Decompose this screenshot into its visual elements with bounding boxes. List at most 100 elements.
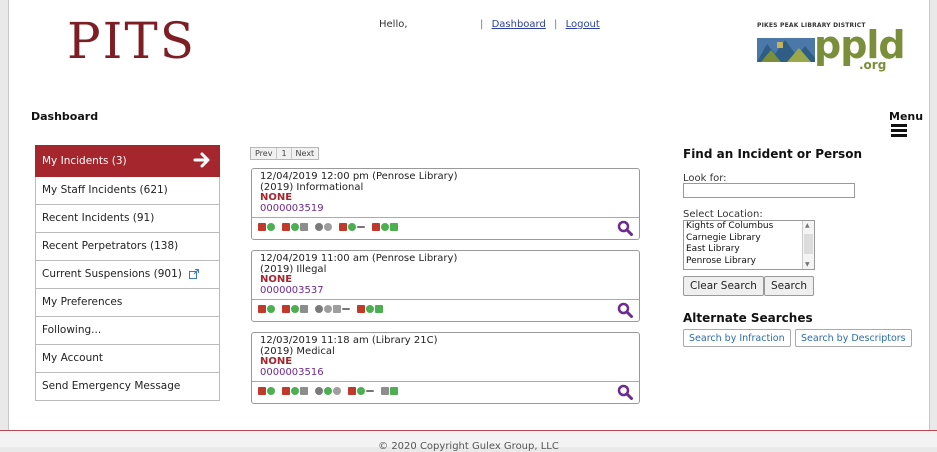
chat-icon[interactable] — [324, 223, 332, 231]
sidebar-item-label: My Account — [42, 352, 104, 364]
sidebar-item-my-incidents[interactable]: My Incidents (3) — [35, 145, 220, 177]
unlock-icon[interactable] — [375, 305, 383, 313]
sidebar-item-label: Recent Incidents (91) — [42, 212, 155, 224]
incident-number-link[interactable]: 0000003537 — [260, 285, 631, 297]
separator: | — [554, 19, 558, 30]
sidebar-item-send-emergency-message[interactable]: Send Emergency Message — [35, 373, 220, 401]
external-link-icon[interactable] — [189, 269, 199, 279]
location-option[interactable]: East Library — [684, 244, 814, 256]
check-icon[interactable] — [348, 223, 356, 231]
unlock-icon[interactable] — [390, 223, 398, 231]
pager-next[interactable]: Next — [292, 148, 319, 159]
greeting: Hello, — [379, 19, 408, 30]
ppld-logo: PIKES PEAK LIBRARY DISTRICT ppld .org — [757, 22, 907, 78]
page-title: Dashboard — [31, 110, 99, 123]
search-by-infraction-button[interactable]: Search by Infraction — [683, 329, 791, 347]
incident-type: (2019) Informational — [260, 181, 364, 193]
incident-datetime: 12/04/2019 12:00 pm (Penrose Library) — [260, 171, 458, 182]
document-icon[interactable] — [282, 305, 290, 313]
chat-icon[interactable] — [324, 305, 332, 313]
pager: Prev 1 Next — [250, 147, 320, 160]
chat-icon[interactable] — [333, 387, 341, 395]
people-icon[interactable] — [300, 387, 308, 395]
lock-icon[interactable] — [372, 223, 380, 231]
sidebar-item-current-suspensions[interactable]: Current Suspensions (901) — [35, 261, 220, 289]
incident-number-link[interactable]: 0000003519 — [260, 203, 631, 215]
sidebar-item-label: Current Suspensions (901) — [42, 268, 182, 280]
sidebar-item-my-preferences[interactable]: My Preferences — [35, 289, 220, 317]
mountain-graphic-icon — [757, 38, 815, 62]
pen-icon[interactable] — [339, 223, 347, 231]
check-icon[interactable] — [291, 223, 299, 231]
document-icon[interactable] — [282, 387, 290, 395]
sidebar-item-label: My Preferences — [42, 296, 123, 308]
look-for-input[interactable] — [683, 183, 855, 198]
pen-icon[interactable] — [348, 387, 356, 395]
document-icon[interactable] — [282, 223, 290, 231]
pen-icon[interactable] — [333, 305, 341, 313]
clear-search-button[interactable]: Clear Search — [683, 276, 764, 296]
copyright-text: © 2020 Copyright Gulex Group, LLC — [378, 441, 559, 452]
incident-icon-bar — [252, 217, 639, 239]
pager-page[interactable]: 1 — [277, 148, 292, 159]
dash-icon[interactable] — [357, 226, 365, 228]
dash-icon[interactable] — [366, 390, 374, 392]
check-icon[interactable] — [324, 387, 332, 395]
check-icon[interactable] — [366, 305, 374, 313]
lock-icon[interactable] — [357, 305, 365, 313]
check-icon[interactable] — [291, 387, 299, 395]
scroll-up-icon[interactable]: ▲ — [805, 222, 810, 229]
incident-type: (2019) Illegal — [260, 263, 327, 275]
pager-prev[interactable]: Prev — [251, 148, 278, 159]
dashboard-link[interactable]: Dashboard — [492, 19, 546, 30]
people-icon[interactable] — [300, 223, 308, 231]
search-icon[interactable] — [617, 220, 633, 236]
arrow-right-icon — [193, 152, 210, 168]
listbox-scrollbar[interactable]: ▲ ▼ — [802, 221, 814, 269]
people-icon[interactable] — [300, 305, 308, 313]
phone-icon[interactable] — [315, 305, 323, 313]
report-icon[interactable] — [258, 223, 266, 231]
incident-status: NONE — [260, 356, 293, 367]
check-icon[interactable] — [267, 305, 275, 313]
dash-icon[interactable] — [342, 308, 350, 310]
location-option[interactable]: Carnegie Library — [684, 233, 814, 245]
check-icon[interactable] — [291, 305, 299, 313]
search-icon[interactable] — [617, 384, 633, 400]
check-icon[interactable] — [267, 387, 275, 395]
incident-card: 12/03/2019 11:18 am (Library 21C) (2019)… — [251, 332, 640, 404]
top-links: | Dashboard | Logout — [475, 19, 600, 30]
sidebar-item-my-staff-incidents[interactable]: My Staff Incidents (621) — [35, 177, 220, 205]
pits-logo: PITS — [67, 12, 196, 70]
logout-link[interactable]: Logout — [566, 19, 600, 30]
sidebar-item-my-account[interactable]: My Account — [35, 345, 220, 373]
incident-number-link[interactable]: 0000003516 — [260, 367, 631, 379]
sidebar-item-label: My Staff Incidents (621) — [42, 184, 168, 196]
check-icon[interactable] — [357, 387, 365, 395]
location-option[interactable]: Penrose Library — [684, 256, 814, 268]
document-icon[interactable] — [381, 387, 389, 395]
location-option[interactable]: Kights of Columbus — [684, 221, 814, 233]
sidebar-item-recent-perpetrators[interactable]: Recent Perpetrators (138) — [35, 233, 220, 261]
search-button[interactable]: Search — [764, 276, 815, 296]
phone-icon[interactable] — [315, 387, 323, 395]
incident-card: 12/04/2019 11:00 am (Penrose Library) (2… — [251, 250, 640, 322]
search-icon[interactable] — [617, 302, 633, 318]
incident-status: NONE — [260, 274, 293, 285]
location-listbox[interactable]: Kights of Columbus Carnegie Library East… — [683, 220, 815, 270]
report-icon[interactable] — [258, 305, 266, 313]
sidebar-item-following[interactable]: Following... — [35, 317, 220, 345]
unlock-icon[interactable] — [390, 387, 398, 395]
search-by-descriptors-button[interactable]: Search by Descriptors — [795, 329, 912, 347]
check-icon[interactable] — [267, 223, 275, 231]
scroll-thumb[interactable] — [804, 234, 813, 254]
sidebar-item-label: My Incidents (3) — [42, 155, 127, 167]
scroll-down-icon[interactable]: ▼ — [805, 261, 810, 268]
phone-icon[interactable] — [315, 223, 323, 231]
sidebar-item-recent-incidents[interactable]: Recent Incidents (91) — [35, 205, 220, 233]
report-icon[interactable] — [258, 387, 266, 395]
location-label: Select Location: — [683, 209, 763, 220]
menu-button[interactable]: Menu — [889, 110, 929, 137]
sidebar-item-label: Send Emergency Message — [42, 380, 181, 392]
check-icon[interactable] — [381, 223, 389, 231]
